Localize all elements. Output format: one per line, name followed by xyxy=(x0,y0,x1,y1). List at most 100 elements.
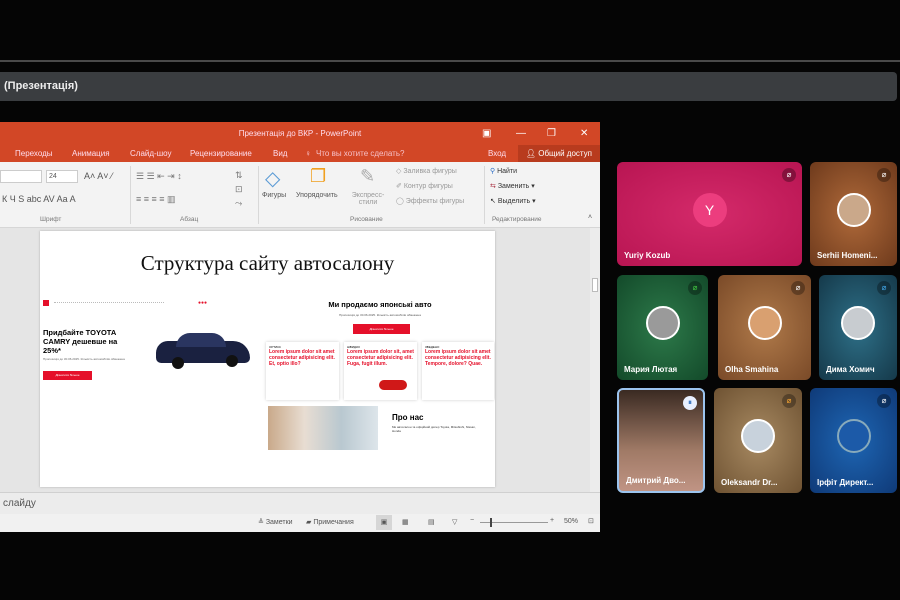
card-text: Lorem ipsum dolor sit, amet consectetur … xyxy=(347,349,414,367)
slide[interactable]: Структура сайту автосалону ●●● Придбайте… xyxy=(40,231,495,487)
tab-transitions[interactable]: Переходы xyxy=(15,149,53,158)
reading-view-icon[interactable]: ▤ xyxy=(428,518,435,526)
search-icon: ⚲ xyxy=(490,168,496,175)
slideshow-icon[interactable]: ▽ xyxy=(452,518,457,526)
participant-name: Дмитрий Дво... xyxy=(626,476,686,485)
font-size-value: 24 xyxy=(49,173,57,180)
zoom-slider[interactable] xyxy=(480,518,548,527)
participant-tile[interactable]: ⌀ Ірфіт Директ... xyxy=(810,388,897,493)
close-button[interactable]: ✕ xyxy=(580,122,588,145)
ribbon-display-icon[interactable]: ▣ xyxy=(482,122,491,145)
presentation-title-bar: (Презентація) xyxy=(0,72,897,101)
about-text: Ми автосалон та офіційний дилер Toyota, … xyxy=(392,425,476,433)
tell-me-input[interactable]: Что вы хотите сделать? xyxy=(316,149,404,158)
comments-button[interactable]: ▰ Примечания xyxy=(306,518,354,526)
avatar xyxy=(836,419,871,454)
participant-name: Olha Smahina xyxy=(725,365,779,374)
mic-off-icon: ⌀ xyxy=(877,168,891,182)
shapes-icon[interactable]: ◇ xyxy=(265,166,280,191)
speaking-icon: ⏸ xyxy=(683,396,697,410)
participant-name: Ірфіт Директ... xyxy=(817,478,874,487)
card-text: Lorem ipsum dolor sit amet consectetur a… xyxy=(425,349,491,367)
car-image xyxy=(152,331,252,369)
participant-name: Yuriy Kozub xyxy=(624,251,671,260)
shape-fill-label: Заливка фигуры xyxy=(403,168,457,175)
zoom-in-button[interactable]: + xyxy=(550,517,554,524)
find-button[interactable]: ⚲ Найти xyxy=(490,167,517,175)
align-icons[interactable]: ≡ ≡ ≡ ≡ ▥ xyxy=(136,194,176,205)
share-button[interactable]: 👤︎ Общий доступ xyxy=(517,145,600,162)
group-drawing-label: Рисование xyxy=(350,216,383,223)
select-label: Выделить xyxy=(497,198,531,205)
participant-tile[interactable]: ⌀ Serhii Homeni... xyxy=(810,162,897,266)
find-label: Найти xyxy=(497,168,518,175)
normal-view-icon[interactable]: ▣ xyxy=(376,515,392,530)
participant-video-tile[interactable]: ⏸ Дмитрий Дво... xyxy=(617,388,705,493)
hero-button: Дізнатися більше xyxy=(43,371,92,380)
tab-review[interactable]: Рецензирование xyxy=(190,149,252,158)
notes-button[interactable]: ≜ Заметки xyxy=(258,518,293,526)
participant-name: Serhii Homeni... xyxy=(817,251,878,260)
hero-heading: Придбайте TOYOTA CAMRY дешевше на 25%* xyxy=(43,328,118,355)
feature-card: ШВИДКО Lorem ipsum dolor sit, amet consec… xyxy=(344,342,417,400)
arrange-icon[interactable]: ❐ xyxy=(310,166,326,187)
notes-label: Заметки xyxy=(265,519,293,526)
list-icons[interactable]: ☰ ☰ ⇤ ⇥ ↕ xyxy=(136,171,182,182)
participant-tile[interactable]: ⌀ Olha Smahina xyxy=(718,275,811,380)
select-button[interactable]: ↖ Выделить ▾ xyxy=(490,197,536,205)
avatar xyxy=(741,419,775,454)
group-editing-label: Редактирование xyxy=(492,216,542,223)
group-paragraph-label: Абзац xyxy=(180,216,199,223)
participant-tile[interactable]: Y ⌀ Yuriy Kozub xyxy=(617,162,802,266)
mic-off-icon: ⌀ xyxy=(782,394,796,408)
participant-tile[interactable]: ⌀ Дима Хомич xyxy=(819,275,897,380)
participant-tile[interactable]: ⌀ Мария Лютая xyxy=(617,275,708,380)
vertical-scrollbar[interactable] xyxy=(590,228,600,492)
site-logo xyxy=(43,300,49,306)
font-format-icons[interactable]: К Ч S abc AV Aa A xyxy=(2,194,76,204)
zoom-level[interactable]: 50% xyxy=(564,518,578,525)
shape-effects-label: Эффекты фигуры xyxy=(405,198,465,205)
avatar: Y xyxy=(692,192,727,227)
person-icon: 👤︎ xyxy=(525,149,539,158)
avatar xyxy=(836,192,871,227)
shape-fill-button[interactable]: ◇ Заливка фигуры xyxy=(396,167,457,175)
mic-off-icon: ⌀ xyxy=(782,168,796,182)
mic-off-icon: ⌀ xyxy=(791,281,805,295)
shape-outline-label: Контур фигуры xyxy=(403,183,453,190)
powerpoint-window: Презентація до ВКР - PowerPoint ▣ — ❐ ✕ … xyxy=(0,122,600,532)
font-grow-shrink-icons[interactable]: A˄ A˅ ⁄ xyxy=(84,171,113,181)
right-subtext: Пропозиція до 30.06.2025. Кількість авто… xyxy=(339,313,421,317)
restore-button[interactable]: ❐ xyxy=(547,122,556,145)
slide-sorter-icon[interactable]: ▦ xyxy=(402,518,409,526)
social-icons: ●●● xyxy=(198,300,208,306)
shapes-button[interactable]: Фигуры xyxy=(262,192,286,199)
minimize-button[interactable]: — xyxy=(516,122,526,145)
shape-effects-button[interactable]: ◯ Эффекты фигуры xyxy=(396,197,464,205)
avatar xyxy=(747,306,782,341)
tab-view[interactable]: Вид xyxy=(273,149,287,158)
signin-link[interactable]: Вход xyxy=(488,149,506,158)
text-direction-icons[interactable]: ⇅ ⊡ ⤳ xyxy=(235,168,243,210)
avatar xyxy=(841,306,875,341)
font-name-field[interactable] xyxy=(0,170,42,183)
site-nav xyxy=(54,302,164,304)
top-divider xyxy=(0,60,900,62)
feature-card: ЗВЕДЕНО Lorem ipsum dolor sit amet consec… xyxy=(422,342,494,400)
font-size-field[interactable]: 24 xyxy=(46,170,78,183)
replace-button[interactable]: ⇆ Заменить ▾ xyxy=(490,182,535,190)
tab-animation[interactable]: Анимация xyxy=(72,149,110,158)
quick-styles-button[interactable]: Экспресс-стили xyxy=(350,192,386,206)
notes-pane[interactable]: слайду xyxy=(0,492,600,514)
participant-name: Дима Хомич xyxy=(826,365,875,374)
participant-tile[interactable]: ⌀ Oleksandr Dr... xyxy=(714,388,802,493)
participant-name: Oleksandr Dr... xyxy=(721,478,778,487)
quick-styles-icon[interactable]: ✎ xyxy=(360,166,375,187)
team-photo xyxy=(268,406,378,450)
shape-outline-button[interactable]: ✐ Контур фигуры xyxy=(396,182,453,190)
collapse-ribbon-icon[interactable]: ˄ xyxy=(588,214,592,221)
arrange-button[interactable]: Упорядочить xyxy=(296,192,338,199)
fit-slide-icon[interactable]: ⊡ xyxy=(588,517,594,525)
tab-slideshow[interactable]: Слайд-шоу xyxy=(130,149,171,158)
zoom-out-button[interactable]: − xyxy=(470,517,474,524)
